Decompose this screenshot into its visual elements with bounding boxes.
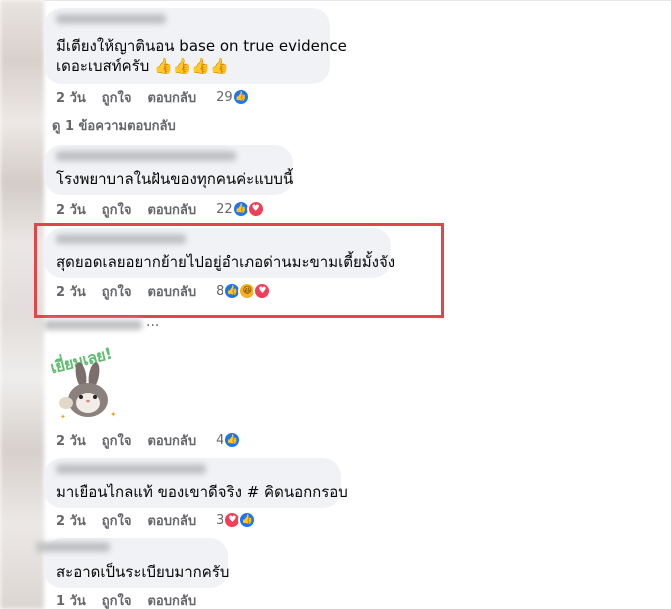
reply-button[interactable]: ตอบกลับ	[147, 430, 196, 451]
comment-time[interactable]: 1 วัน	[56, 590, 86, 609]
like-button[interactable]: ถูกใจ	[102, 199, 132, 220]
comment-time[interactable]: 2 วัน	[56, 87, 86, 108]
reply-button[interactable]: ตอบกลับ	[147, 590, 196, 609]
commenter-name[interactable]	[56, 14, 166, 24]
comment-time[interactable]: 2 วัน	[56, 430, 86, 451]
reaction-count[interactable]: 29	[216, 90, 233, 105]
comment-actions: 2 วัน ถูกใจ ตอบกลับ 29 👍	[56, 87, 250, 107]
reaction-count[interactable]: 22	[216, 202, 233, 217]
like-icon: 👍	[223, 431, 242, 449]
comment-bubble: สะอาดเป็นระเบียบมากครับ	[36, 538, 230, 588]
like-icon: 👍	[238, 511, 257, 529]
reply-button[interactable]: ตอบกลับ	[147, 87, 196, 108]
commenter-name[interactable]	[44, 320, 142, 330]
comment-actions: 2 วัน ถูกใจ ตอบกลับ 3 ♥ 👍	[56, 510, 257, 531]
reply-button[interactable]: ตอบกลับ	[147, 199, 196, 220]
comment-bubble: มาเยือนไกลแท้ ของเขาดีจริง # คิดนอกกรอบ	[44, 458, 348, 508]
sticker-image: เยี่ยมเลย! ✦ ✦	[46, 344, 126, 425]
comment-text: มีเตียงให้ญาตินอน base on true evidence	[56, 37, 347, 55]
commenter-name[interactable]	[36, 542, 110, 552]
comment-actions: 1 วัน ถูกใจ ตอบกลับ	[56, 590, 216, 609]
reply-button[interactable]: ตอบกลับ	[147, 510, 196, 531]
bunny-sticker-icon: ✦ ✦	[59, 362, 117, 421]
like-icon: 👍	[231, 88, 250, 106]
comment-text: เดอะเบสท์ครับ 👍👍👍👍	[56, 57, 229, 75]
commenter-name[interactable]	[56, 464, 206, 474]
comment-time[interactable]: 2 วัน	[56, 510, 86, 531]
love-icon: ♥	[246, 200, 265, 218]
svg-text:✦: ✦	[110, 410, 117, 419]
commenter-name[interactable]	[56, 151, 236, 161]
svg-text:✦: ✦	[60, 413, 66, 421]
comment-time[interactable]: 2 วัน	[56, 199, 86, 220]
comment-actions: 2 วัน ถูกใจ ตอบกลับ 22 👍 ♥	[56, 199, 265, 219]
like-button[interactable]: ถูกใจ	[102, 510, 132, 531]
ellipsis: ...	[146, 314, 160, 330]
like-button[interactable]: ถูกใจ	[102, 87, 132, 108]
like-button[interactable]: ถูกใจ	[102, 590, 132, 609]
highlight-box	[34, 223, 444, 318]
view-replies-link[interactable]: ดู 1 ข้อความตอบกลับ	[52, 115, 176, 136]
comment-text: โรงพยาบาลในฝันของทุกคนค่ะแบบนี้	[56, 170, 294, 188]
comment-bubble: มีเตียงให้ญาตินอน base on true evidence …	[44, 8, 347, 84]
comment-text: สะอาดเป็นระเบียบมากครับ	[56, 563, 230, 581]
top-divider	[44, 0, 671, 5]
comment-text: มาเยือนไกลแท้ ของเขาดีจริง # คิดนอกกรอบ	[56, 483, 348, 501]
comment-bubble: โรงพยาบาลในฝันของทุกคนค่ะแบบนี้	[44, 145, 293, 195]
like-button[interactable]: ถูกใจ	[102, 430, 132, 451]
comment-actions: 2 วัน ถูกใจ ตอบกลับ 4 👍	[56, 430, 242, 451]
